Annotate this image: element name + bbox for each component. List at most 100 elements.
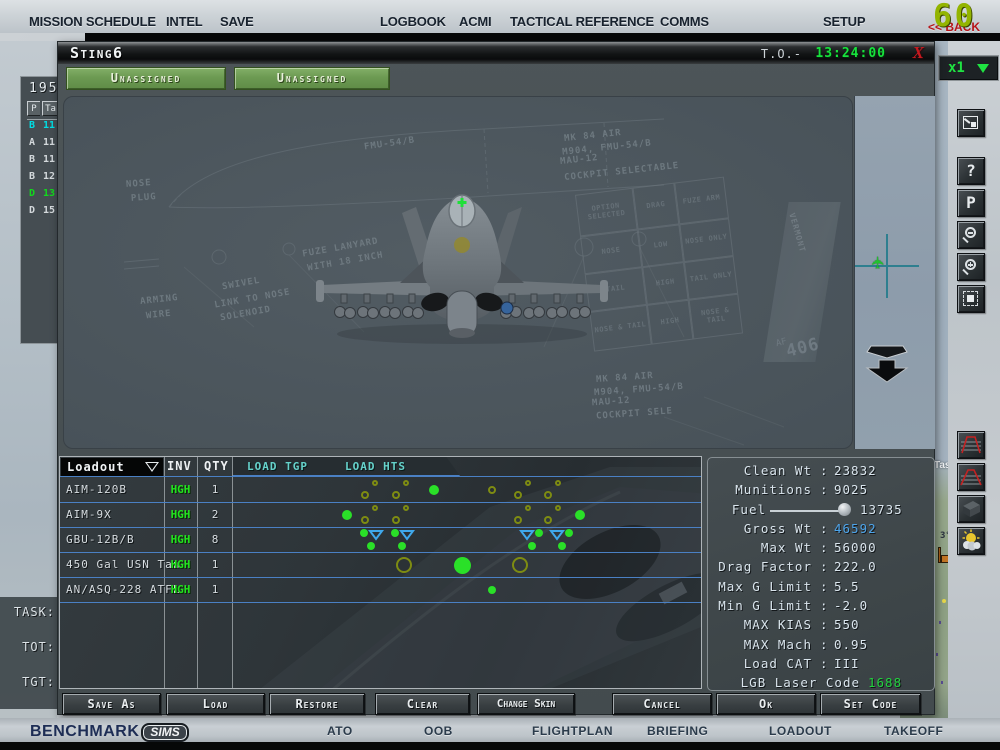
sim-clock: 60 [933, 0, 976, 32]
chevron-down-icon [977, 64, 989, 73]
weather-icon [958, 528, 984, 554]
footer-tab-flightplan[interactable]: FLIGHTPLAN [532, 724, 613, 738]
stat-clean-wt: Clean Wt:23832 [708, 463, 934, 482]
column-header-inv[interactable]: INV [167, 459, 192, 473]
column-header-qty[interactable]: QTY [204, 459, 229, 473]
stat-max-kias: MAX KIAS:550 [708, 617, 934, 636]
loadout-row-tank[interactable]: 450 Gal USN Tan HGH 1 [60, 552, 701, 577]
loadout-row-atflir[interactable]: AN/ASQ-228 ATFL HGH 1 [60, 577, 701, 602]
zoom-out-button[interactable] [957, 221, 985, 249]
schedule-row[interactable]: D13: [27, 188, 58, 205]
aircraft-model[interactable] [64, 97, 853, 449]
load-hts-button[interactable]: LOAD HTS [345, 460, 406, 473]
station-marker-ring-sm[interactable] [488, 486, 496, 494]
cancel-button[interactable]: Cancel [612, 693, 712, 715]
stat-max-mach: MAX Mach:0.95 [708, 637, 934, 656]
loadout-row-aim9x[interactable]: AIM-9X HGH 2 [60, 502, 701, 527]
load-button[interactable]: Load [166, 693, 265, 715]
station-marker-rings[interactable] [392, 505, 409, 524]
move-down-arrows-icon[interactable] [863, 344, 911, 384]
pause-button[interactable]: P [957, 189, 985, 217]
schedule-row[interactable]: B11:2 [27, 120, 58, 137]
load-tgp-button[interactable]: LOAD TGP [247, 460, 308, 473]
station-marker-gbu[interactable] [360, 529, 390, 553]
station-marker-rings[interactable] [544, 505, 561, 524]
footer-tab-briefing[interactable]: BRIEFING [647, 724, 708, 738]
recenter-button[interactable] [957, 285, 985, 313]
loadout-row-gbu12[interactable]: GBU-12B/B HGH 8 [60, 527, 701, 552]
schedule-row[interactable]: D15: [27, 205, 58, 222]
menu-mission-schedule[interactable]: MISSION SCHEDULE [29, 14, 156, 29]
window-titlebar[interactable]: Sting6 T.O.- 13:24:00 X [58, 42, 934, 64]
weight-stats-panel: Clean Wt:23832 Munitions:9025 Fuel 13735… [707, 457, 935, 691]
schedule-row[interactable]: B11:4 [27, 154, 58, 171]
corridor-icon [958, 432, 984, 458]
menu-acmi[interactable]: ACMI [459, 14, 491, 29]
task-label: TASK: [14, 605, 55, 619]
stat-gross-wt: Gross Wt:46592 [708, 521, 934, 540]
help-button[interactable]: ? [957, 157, 985, 185]
station-marker-dot[interactable] [342, 510, 352, 520]
footer-tab-ato[interactable]: ATO [327, 724, 353, 738]
map-zoom-dropdown[interactable]: x1 [938, 55, 999, 81]
corridor-profile-button-2[interactable] [957, 463, 985, 491]
station-marker-dot[interactable] [429, 485, 439, 495]
corridor-profile-button-1[interactable] [957, 431, 985, 459]
footer-tab-oob[interactable]: OOB [424, 724, 453, 738]
ok-button[interactable]: Ok [716, 693, 816, 715]
menu-tactical-reference[interactable]: TACTICAL REFERENCE [510, 14, 654, 29]
zoom-in-button[interactable] [957, 253, 985, 281]
station-marker-rings[interactable] [514, 505, 531, 524]
aircraft-3d-viewer[interactable]: FMU-54/BNOSEPLUGFUZE LANYARDWITH 18 INCH… [63, 96, 853, 449]
schedule-row[interactable]: A11:3 [27, 137, 58, 154]
pilot-tab-1[interactable]: Unassigned [66, 67, 226, 90]
menu-comms[interactable]: COMMS [660, 14, 709, 29]
clear-button[interactable]: Clear [375, 693, 470, 715]
aircraft-position-crosshair: ✈ [855, 234, 919, 298]
pilot-tab-2[interactable]: Unassigned [234, 67, 390, 90]
station-marker-rings[interactable] [361, 480, 378, 499]
station-marker-gbu[interactable] [391, 529, 421, 553]
bottom-edge [0, 742, 1000, 750]
zoom-in-icon [965, 259, 976, 270]
stat-drag-factor: Drag Factor:222.0 [708, 559, 934, 578]
recenter-icon [963, 291, 978, 306]
station-marker-rings[interactable] [514, 480, 531, 499]
station-marker-rings[interactable] [544, 480, 561, 499]
station-marker-dot-sm[interactable] [488, 586, 496, 594]
sort-filter-icon[interactable] [145, 462, 159, 472]
fuel-slider-knob[interactable] [838, 503, 851, 516]
brick-icon [958, 496, 984, 522]
tgt-label: TGT: [22, 675, 55, 689]
change-skin-button[interactable]: Change Skin [477, 693, 575, 715]
save-as-button[interactable]: Save As [62, 693, 161, 715]
restore-button[interactable]: Restore [269, 693, 365, 715]
green-plane-icon: ✈ [865, 256, 890, 269]
menu-intel[interactable]: INTEL [166, 14, 203, 29]
footer-tab-loadout[interactable]: LOADOUT [769, 724, 832, 738]
set-code-button[interactable]: Set Code [820, 693, 921, 715]
takeoff-time-value: 13:24:00 [815, 46, 886, 61]
menu-save[interactable]: SAVE [220, 14, 254, 29]
station-marker-rings[interactable] [361, 505, 378, 524]
station-marker-dot-lg[interactable] [454, 557, 471, 574]
station-marker-gbu-mir[interactable] [513, 529, 543, 553]
brick-button[interactable] [957, 495, 985, 523]
station-marker-ring[interactable] [512, 557, 528, 573]
schedule-col-takeoff[interactable]: Ta [42, 101, 58, 116]
menu-logbook[interactable]: LOGBOOK [380, 14, 446, 29]
schedule-col-package[interactable]: P [27, 101, 40, 116]
close-icon[interactable]: X [913, 43, 924, 63]
station-marker-ring[interactable] [396, 557, 412, 573]
station-marker-rings[interactable] [392, 480, 409, 499]
station-marker-dot[interactable] [575, 510, 585, 520]
station-marker-gbu-mir[interactable] [543, 529, 573, 553]
weather-button[interactable] [957, 527, 985, 555]
loadout-table: Loadout INV QTY LOAD TGP LOAD HTS AIM-12… [59, 456, 702, 689]
loadout-row-aim120[interactable]: AIM-120B HGH 1 [60, 477, 701, 502]
schedule-row[interactable]: B12: [27, 171, 58, 188]
mission-schedule-panel: 195 P Ta B11:2 A11:3 B11:4 B12: D13: D15… [20, 76, 57, 344]
window-layout-button[interactable] [957, 109, 985, 137]
footer-tab-takeoff[interactable]: TAKEOFF [884, 724, 943, 738]
menu-setup[interactable]: SETUP [823, 14, 865, 29]
